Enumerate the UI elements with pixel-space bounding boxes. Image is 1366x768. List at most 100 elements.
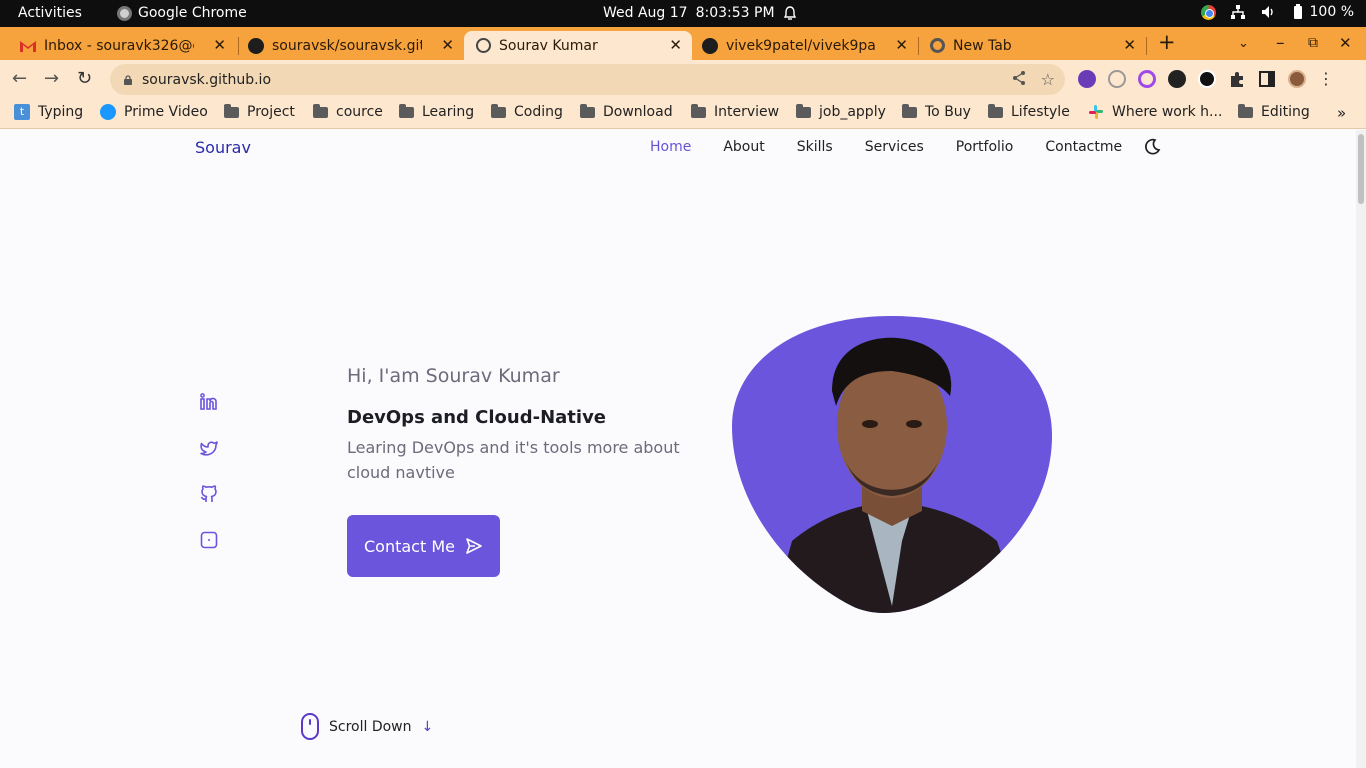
nav-services[interactable]: Services xyxy=(865,139,924,155)
folder-icon xyxy=(1238,103,1253,118)
tab-search-chevron-down-icon[interactable]: ⌄ xyxy=(1238,36,1249,51)
volume-icon xyxy=(1261,6,1273,18)
close-icon[interactable]: ✕ xyxy=(895,36,908,54)
bookmark-folder[interactable]: job_apply xyxy=(796,103,886,120)
more-vertical-icon[interactable]: ⋮ xyxy=(1318,69,1334,88)
bookmark-slack[interactable]: Where work h... xyxy=(1088,104,1222,120)
contact-me-button[interactable]: Contact Me xyxy=(347,515,500,577)
clock-date: Wed Aug 17 xyxy=(603,5,688,21)
scrollbar-thumb[interactable] xyxy=(1358,134,1364,204)
bookmark-star-icon[interactable]: ☆ xyxy=(1041,70,1055,89)
browser-toolbar: ← → ↻ souravsk.github.io ☆ ⋮ xyxy=(0,60,1366,98)
bookmarks-bar: t Typing Prime Video Project cource Lear… xyxy=(0,98,1366,129)
tab-souravsk-github[interactable]: souravsk/souravsk.github.io ✕ xyxy=(236,31,464,60)
bookmark-folder[interactable]: Interview xyxy=(691,103,779,120)
typing-icon: t xyxy=(14,104,30,120)
back-arrow-icon[interactable]: ← xyxy=(12,68,27,89)
bookmark-folder[interactable]: Project xyxy=(224,103,295,120)
nav-home[interactable]: Home xyxy=(650,139,691,155)
new-tab-button[interactable]: + xyxy=(1158,30,1176,54)
linkedin-icon[interactable] xyxy=(199,392,219,412)
profile-avatar[interactable] xyxy=(1288,69,1306,88)
nav-skills[interactable]: Skills xyxy=(797,139,833,155)
folder-icon xyxy=(399,103,414,118)
instagram-icon[interactable] xyxy=(199,530,219,550)
close-icon[interactable]: ✕ xyxy=(669,36,682,54)
hero-description: Learing DevOps and it's tools more about… xyxy=(347,438,680,482)
window-close-button[interactable]: ✕ xyxy=(1339,34,1352,52)
extension-icon[interactable] xyxy=(1168,69,1186,88)
minimize-button[interactable]: – xyxy=(1276,33,1285,53)
moon-icon[interactable] xyxy=(1143,138,1161,156)
page-scrollbar[interactable] xyxy=(1356,130,1366,768)
close-icon[interactable]: ✕ xyxy=(1123,36,1136,54)
bookmark-folder[interactable]: Coding xyxy=(491,103,563,120)
prime-video-icon xyxy=(100,104,116,120)
chrome-app-icon xyxy=(117,5,132,21)
bookmark-label: Typing xyxy=(38,104,84,120)
chrome-icon xyxy=(930,38,945,53)
reload-icon[interactable]: ↻ xyxy=(77,68,92,89)
bookmark-label: Download xyxy=(603,104,673,120)
bookmark-label: Lifestyle xyxy=(1011,104,1070,120)
scroll-down-link[interactable]: Scroll Down ↓ xyxy=(301,713,433,740)
battery-indicator: 100 % xyxy=(1290,4,1354,20)
clock[interactable]: Wed Aug 17 8:03:53 PM xyxy=(603,5,797,21)
github-icon[interactable] xyxy=(199,484,219,504)
tab-label: Sourav Kumar xyxy=(499,37,598,54)
system-tray[interactable]: 100 % xyxy=(1200,4,1354,20)
close-icon[interactable]: ✕ xyxy=(441,36,454,54)
address-bar[interactable]: souravsk.github.io ☆ xyxy=(110,64,1065,95)
bookmark-folder[interactable]: Learing xyxy=(399,103,474,120)
puzzle-icon[interactable] xyxy=(1228,70,1246,88)
twitter-icon[interactable] xyxy=(199,438,219,458)
more-bookmarks-chevron-icon[interactable]: » xyxy=(1337,104,1346,122)
bookmark-folder[interactable]: To Buy xyxy=(902,103,971,120)
page-content: Sourav Home About Skills Services Portfo… xyxy=(0,130,1356,768)
tab-sourav-kumar[interactable]: Sourav Kumar ✕ xyxy=(464,31,692,60)
share-icon[interactable] xyxy=(1011,70,1027,86)
bookmark-folder[interactable]: Lifestyle xyxy=(988,103,1070,120)
extension-icon[interactable] xyxy=(1078,69,1096,88)
nav-about[interactable]: About xyxy=(723,139,764,155)
app-menu[interactable]: Google Chrome xyxy=(117,5,247,21)
folder-icon xyxy=(796,103,811,118)
tab-new-tab[interactable]: New Tab ✕ xyxy=(918,31,1146,60)
clock-time: 8:03:53 PM xyxy=(695,5,775,21)
close-icon[interactable]: ✕ xyxy=(213,36,226,54)
url-text: souravsk.github.io xyxy=(142,71,272,88)
folder-icon xyxy=(313,103,328,118)
lock-icon xyxy=(124,74,132,85)
tab-inbox[interactable]: Inbox - souravk326@gmail.com ✕ xyxy=(8,31,236,60)
bookmark-label: job_apply xyxy=(819,104,886,120)
folder-icon xyxy=(491,103,506,118)
side-panel-icon[interactable] xyxy=(1258,70,1276,88)
folder-icon xyxy=(580,103,595,118)
extension-icon[interactable] xyxy=(1198,69,1216,88)
site-brand[interactable]: Sourav xyxy=(195,138,251,157)
extension-icon[interactable] xyxy=(1108,69,1126,88)
forward-arrow-icon[interactable]: → xyxy=(44,68,59,89)
bookmark-folder[interactable]: Download xyxy=(580,103,673,120)
tab-label: Inbox - souravk326@gmail.com xyxy=(44,37,194,54)
bookmark-label: Project xyxy=(247,104,295,120)
bookmark-prime-video[interactable]: Prime Video xyxy=(100,104,208,120)
extension-icon[interactable] xyxy=(1138,69,1156,88)
nav-contactme[interactable]: Contactme xyxy=(1045,139,1122,155)
github-icon xyxy=(702,37,718,54)
slack-icon xyxy=(1089,105,1103,119)
tab-vivek-github[interactable]: vivek9patel/vivek9patel.github.io ✕ xyxy=(690,31,918,60)
app-name: Google Chrome xyxy=(138,5,247,21)
activities-button[interactable]: Activities xyxy=(18,5,82,21)
network-icon xyxy=(1230,5,1245,19)
bookmark-folder[interactable]: Editing xyxy=(1238,103,1310,120)
folder-icon xyxy=(224,103,239,118)
bookmark-folder[interactable]: cource xyxy=(313,103,383,120)
tab-label: New Tab xyxy=(953,37,1012,54)
bookmark-typing[interactable]: t Typing xyxy=(14,104,83,120)
bookmark-label: Editing xyxy=(1261,104,1310,120)
globe-icon xyxy=(476,38,491,53)
restore-button[interactable]: ⧉ xyxy=(1308,35,1318,51)
gmail-icon xyxy=(20,40,36,52)
nav-portfolio[interactable]: Portfolio xyxy=(956,139,1014,155)
